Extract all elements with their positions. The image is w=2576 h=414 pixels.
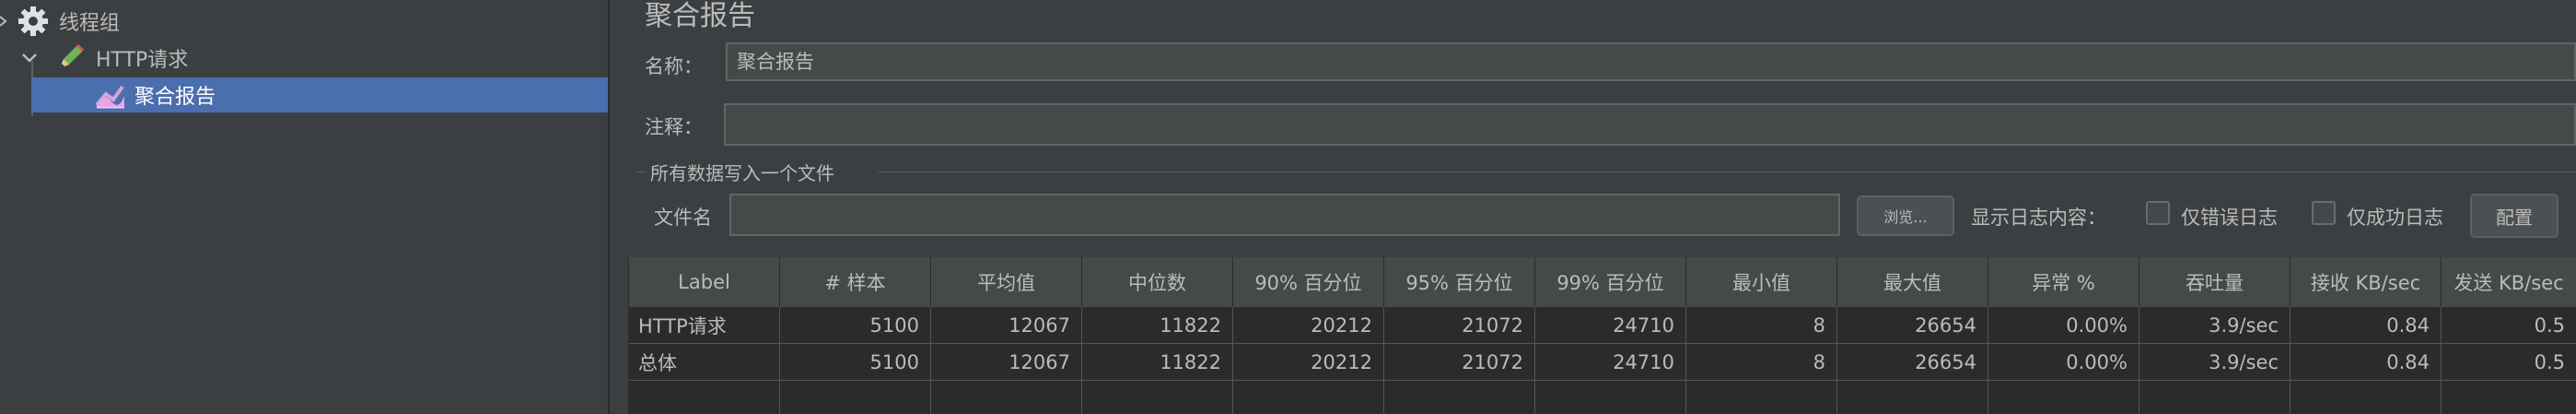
table-empty-area: [629, 381, 2576, 414]
table-cell: 总体: [629, 344, 780, 381]
table-cell: [1837, 381, 1988, 414]
column-header-sent-kb[interactable]: 发送 KB/sec: [2442, 257, 2576, 307]
table-header-row: Label # 样本 平均值 中位数 90% 百分位 95% 百分位 99% 百…: [629, 257, 2576, 307]
table-row[interactable]: HTTP请求 5100 12067 11822 20212 21072 2471…: [629, 307, 2576, 344]
tree-item-http-request[interactable]: HTTP请求: [0, 41, 608, 76]
table-cell: 12067: [931, 344, 1082, 381]
tree-item-label: 聚合报告: [134, 86, 216, 109]
column-header-received-kb[interactable]: 接收 KB/sec: [2290, 257, 2442, 307]
table-cell: 11822: [1082, 307, 1233, 344]
table-cell: [1535, 381, 1686, 414]
table-cell: 0.84: [2290, 307, 2442, 344]
column-header-min[interactable]: 最小值: [1686, 257, 1837, 307]
success-only-checkbox[interactable]: [2312, 201, 2336, 225]
table-cell: 8: [1686, 344, 1837, 381]
file-group-title: 所有数据写入一个文件: [650, 162, 834, 184]
table-cell: 0.5: [2442, 307, 2576, 344]
comment-label: 注释：: [645, 116, 703, 138]
table-cell: 24710: [1535, 307, 1686, 344]
column-header-samples[interactable]: # 样本: [780, 257, 931, 307]
table-cell: 20212: [1233, 344, 1384, 381]
table-cell: 0.00%: [1988, 307, 2139, 344]
table-cell: 12067: [931, 307, 1082, 344]
table-cell: 3.9/sec: [2139, 307, 2290, 344]
table-cell: 0.84: [2290, 344, 2442, 381]
filename-label: 文件名: [654, 207, 712, 229]
chart-icon: [94, 77, 127, 112]
column-header-error-rate[interactable]: 异常 %: [1988, 257, 2139, 307]
table-cell: [1233, 381, 1384, 414]
column-header-95-percentile[interactable]: 95% 百分位: [1384, 257, 1535, 307]
table-cell: [629, 381, 780, 414]
table-cell: [1988, 381, 2139, 414]
comment-field[interactable]: [724, 103, 2576, 146]
table-cell: 5100: [780, 344, 931, 381]
name-field[interactable]: 聚合报告: [726, 42, 2576, 81]
column-header-median[interactable]: 中位数: [1082, 257, 1233, 307]
table-cell: 26654: [1837, 344, 1988, 381]
table-cell: 0.5: [2442, 344, 2576, 381]
table-cell: 24710: [1535, 344, 1686, 381]
table-cell: [2139, 381, 2290, 414]
table-cell: 21072: [1384, 344, 1535, 381]
tree-item-aggregate-report[interactable]: 聚合报告: [31, 77, 608, 112]
tree-item-label: 线程组: [59, 12, 121, 35]
success-only-label: 仅成功日志: [2347, 207, 2443, 229]
gear-icon: [15, 4, 52, 39]
table-cell: [2442, 381, 2576, 414]
table-cell: [1384, 381, 1535, 414]
table-cell: [2290, 381, 2442, 414]
errors-only-checkbox[interactable]: [2146, 201, 2170, 225]
column-header-99-percentile[interactable]: 99% 百分位: [1535, 257, 1686, 307]
table-cell: 5100: [780, 307, 931, 344]
filename-field[interactable]: [729, 194, 1840, 236]
browse-button[interactable]: 浏览...: [1857, 195, 1954, 236]
column-header-label[interactable]: Label: [629, 257, 780, 307]
tree-item-thread-group[interactable]: 线程组: [0, 4, 608, 39]
column-header-throughput[interactable]: 吞吐量: [2139, 257, 2290, 307]
test-plan-tree: 线程组 HTTP请求 聚合报告: [0, 0, 610, 414]
errors-only-label: 仅错误日志: [2181, 207, 2278, 229]
pencil-icon: [53, 41, 87, 76]
table-row[interactable]: 总体 5100 12067 11822 20212 21072 24710 8 …: [629, 344, 2576, 381]
table-cell: 0.00%: [1988, 344, 2139, 381]
table-cell: [931, 381, 1082, 414]
name-label: 名称：: [645, 55, 703, 77]
table-cell: HTTP请求: [629, 307, 780, 344]
page-title: 聚合报告: [645, 0, 755, 32]
table-cell: [1686, 381, 1837, 414]
table-cell: 3.9/sec: [2139, 344, 2290, 381]
table-cell: [780, 381, 931, 414]
table-cell: 21072: [1384, 307, 1535, 344]
column-header-average[interactable]: 平均值: [931, 257, 1082, 307]
tree-item-label: HTTP请求: [96, 49, 189, 72]
table-cell: [1082, 381, 1233, 414]
table-cell: 11822: [1082, 344, 1233, 381]
column-header-90-percentile[interactable]: 90% 百分位: [1233, 257, 1384, 307]
table-cell: 26654: [1837, 307, 1988, 344]
table-cell: 20212: [1233, 307, 1384, 344]
log-content-label: 显示日志内容：: [1971, 207, 2106, 229]
chevron-down-icon[interactable]: [20, 41, 39, 76]
aggregate-report-panel: 聚合报告 名称： 聚合报告 注释： 所有数据写入一个文件 文件名 浏览... 显…: [610, 0, 2576, 414]
aggregate-report-table[interactable]: Label # 样本 平均值 中位数 90% 百分位 95% 百分位 99% 百…: [628, 257, 2576, 414]
table-cell: 8: [1686, 307, 1837, 344]
configure-button[interactable]: 配置: [2470, 194, 2559, 238]
column-header-max[interactable]: 最大值: [1837, 257, 1988, 307]
collapse-arrow-icon[interactable]: [0, 4, 9, 39]
